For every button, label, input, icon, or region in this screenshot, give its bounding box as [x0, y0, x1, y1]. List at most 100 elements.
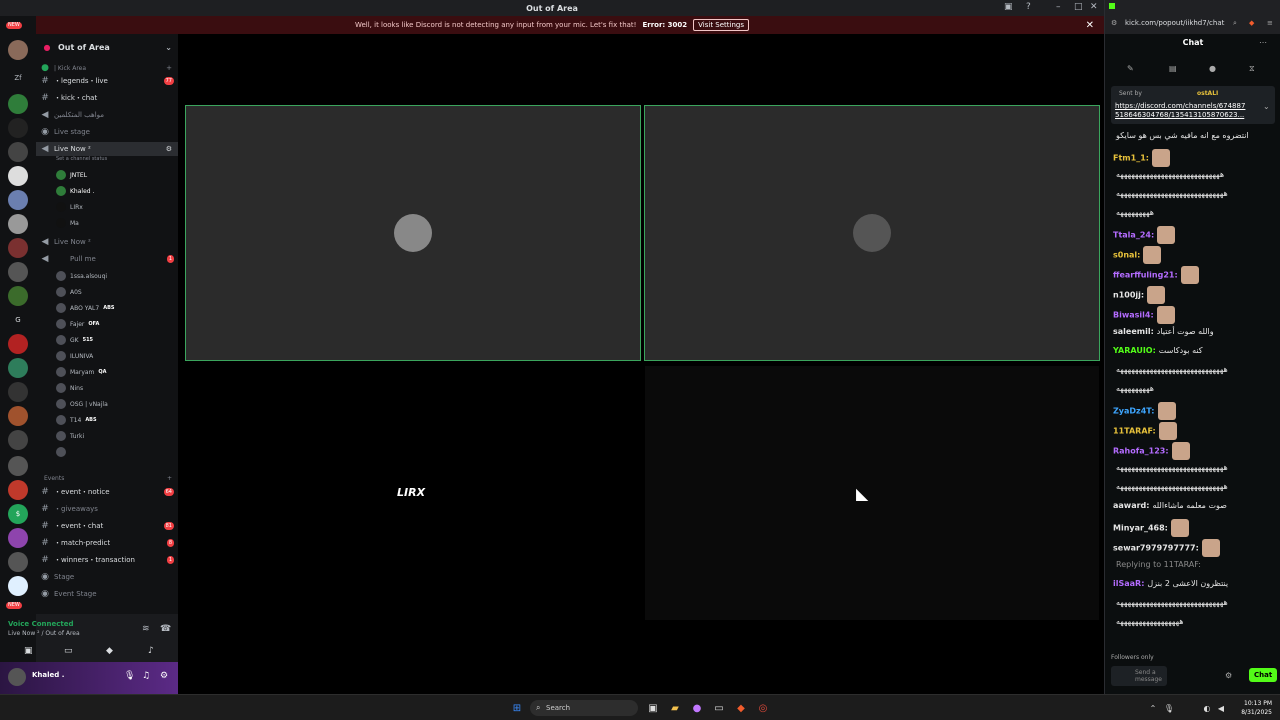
channel-event-chat[interactable]: # ・event・chat 81	[36, 519, 178, 533]
banner-close-icon[interactable]: ✕	[1086, 20, 1094, 31]
chevron-down-icon[interactable]: ⌄	[1263, 102, 1270, 111]
chrome-icon[interactable]: ◎	[756, 701, 770, 715]
network-icon[interactable]: ◐	[1200, 701, 1214, 715]
chevron-down-icon[interactable]: ⌄	[165, 43, 172, 52]
voice-member[interactable]: Fajer OFA	[56, 317, 176, 331]
taskbar-search[interactable]: ⌕ Search	[530, 700, 638, 716]
channel-giveaways[interactable]: # ・giveaways	[36, 502, 178, 516]
video-tile[interactable]	[185, 105, 641, 361]
brave-icon[interactable]: ◆	[734, 701, 748, 715]
server-icon[interactable]	[8, 430, 28, 450]
set-channel-status[interactable]: Set a channel status	[56, 154, 176, 164]
voice-member[interactable]: GK 515	[56, 333, 176, 347]
close-window-icon[interactable]: ✕	[1090, 2, 1098, 12]
chevron-up-icon[interactable]: ⌃	[1146, 701, 1160, 715]
server-icon[interactable]	[8, 166, 28, 186]
channel-stage[interactable]: ◉ Stage	[36, 570, 178, 584]
mic-icon[interactable]: 🎙	[124, 671, 135, 681]
avatar[interactable]	[8, 668, 26, 686]
settings-gear-icon[interactable]: ⚙	[1225, 671, 1232, 680]
chat-message[interactable]: Rahofa_123:	[1113, 442, 1275, 460]
voice-member[interactable]: Ma	[56, 216, 176, 230]
channel-legends-live[interactable]: # ・legends・live 77	[36, 74, 178, 88]
chat-message[interactable]: sewar7979797777:	[1113, 539, 1275, 557]
terminal-icon[interactable]: ▭	[712, 701, 726, 715]
server-icon[interactable]	[8, 286, 28, 306]
voice-member[interactable]: A0S	[56, 285, 176, 299]
server-icon[interactable]	[8, 214, 28, 234]
inbox-icon[interactable]: ▣	[1004, 2, 1013, 12]
chat-username[interactable]: sewar7979797777:	[1113, 544, 1199, 553]
chat-message[interactable]: انتضروه مع انه مافيه شي بس هو سايكو	[1113, 130, 1275, 141]
headphones-icon[interactable]: ♫	[142, 671, 150, 681]
server-icon[interactable]	[8, 480, 28, 500]
chat-username[interactable]: ZyaDz4T:	[1113, 407, 1155, 416]
chat-message[interactable]: saleemil: والله صوت أعتياد	[1113, 326, 1275, 337]
server-icon[interactable]	[8, 552, 28, 572]
chat-username[interactable]: Rahofa_123:	[1113, 447, 1169, 456]
channel-event-notice[interactable]: # ・event・notice 64	[36, 485, 178, 499]
chat-message[interactable]: YARAUIO: كنه بودكاست	[1113, 345, 1275, 356]
chat-message[interactable]: ilSaaR: ينتظرون الاعشى 2 بنزل	[1113, 578, 1275, 589]
server-icon[interactable]	[8, 190, 28, 210]
activity-icon[interactable]: ◆	[106, 646, 113, 656]
chat-username[interactable]: saleemil:	[1113, 327, 1154, 336]
settings-gear-icon[interactable]: ⚙	[166, 145, 172, 153]
server-icon[interactable]	[8, 358, 28, 378]
channel-live-now-2[interactable]: ◀ Live Now ²	[36, 235, 178, 249]
server-icon-zf[interactable]: Zf	[8, 68, 28, 88]
filter-icon[interactable]: ⧖	[1249, 64, 1255, 74]
screen-share-icon[interactable]: ▭	[64, 646, 73, 656]
system-clock[interactable]: 10:13 PM 8/31/2025	[1241, 699, 1272, 717]
server-icon[interactable]	[8, 576, 28, 596]
trash-icon[interactable]: ▤	[1169, 64, 1177, 73]
server-icon[interactable]	[8, 334, 28, 354]
task-view-icon[interactable]: ▣	[646, 701, 660, 715]
maximize-icon[interactable]: □	[1074, 2, 1083, 12]
chat-message[interactable]: هههههههههههههههههههههههههههههه	[1113, 597, 1275, 608]
voice-member[interactable]: JNTEL	[56, 168, 176, 182]
video-tile[interactable]: ◣	[645, 366, 1099, 620]
brave-icon[interactable]: ◆	[1249, 19, 1254, 27]
server-icon[interactable]	[8, 406, 28, 426]
chat-message[interactable]: ZyaDz4T:	[1113, 402, 1275, 420]
pin-icon[interactable]: ✎	[1127, 64, 1134, 73]
chat-username[interactable]: s0nal:	[1113, 251, 1140, 260]
chat-username[interactable]: Ftm1_1:	[1113, 154, 1149, 163]
channel-event-stage[interactable]: ◉ Event Stage	[36, 587, 178, 601]
app-icon[interactable]: ●	[690, 701, 704, 715]
chat-message[interactable]: Replying to 11TARAF:	[1113, 559, 1275, 570]
soundboard-icon[interactable]: ♪	[148, 646, 154, 656]
voice-member[interactable]: LIRx	[56, 200, 176, 214]
zoom-icon[interactable]: ⌕	[1233, 19, 1237, 28]
chat-username[interactable]: ilSaaR:	[1113, 579, 1144, 588]
server-icon[interactable]	[8, 262, 28, 282]
add-icon[interactable]: +	[166, 64, 172, 72]
camera-off-icon[interactable]: ▣	[24, 646, 33, 656]
chat-message[interactable]: هههههههههههههههههههههههههههههه	[1113, 364, 1275, 375]
chat-message[interactable]: هههههههههههههههههههههههههههههه	[1113, 462, 1275, 473]
chat-message[interactable]: Biwasil4:	[1113, 306, 1275, 324]
chat-message[interactable]: هههههههههههههههههههههههههههههه	[1113, 481, 1275, 492]
server-icon[interactable]	[8, 456, 28, 476]
settings-gear-icon[interactable]: ⚙	[160, 671, 168, 681]
pinned-link[interactable]: https://discord.com/channels/67488751864…	[1115, 102, 1247, 122]
chat-username[interactable]: Minyar_468:	[1113, 524, 1168, 533]
minimize-icon[interactable]: –	[1056, 2, 1061, 12]
volume-icon[interactable]: ◀	[1214, 701, 1228, 715]
server-icon[interactable]	[8, 238, 28, 258]
chat-message[interactable]: هههههههههههههههههههههههههههههه	[1113, 188, 1275, 199]
channel-live-stage[interactable]: ◉ Live stage	[36, 125, 178, 139]
chat-message[interactable]: هههههههههههههههههه	[1113, 616, 1275, 627]
chat-message[interactable]: ffearffuling21:	[1113, 266, 1275, 284]
voice-member[interactable]: Nins	[56, 381, 176, 395]
pinned-message[interactable]: Sent by ostALI https://discord.com/chann…	[1111, 86, 1275, 124]
channel-mawaheb[interactable]: ◀ مواهب المتكلمين	[36, 108, 178, 122]
menu-icon[interactable]: ≡	[1267, 19, 1273, 27]
voice-member[interactable]	[56, 445, 176, 459]
address-bar[interactable]: kick.com/popout/iikhd7/chat	[1125, 19, 1224, 27]
chat-username[interactable]: aaward:	[1113, 501, 1149, 510]
chat-message[interactable]: هههههههههه	[1113, 207, 1275, 218]
noise-suppression-icon[interactable]: ≋	[142, 624, 150, 634]
chat-username[interactable]: Ttala_24:	[1113, 231, 1154, 240]
